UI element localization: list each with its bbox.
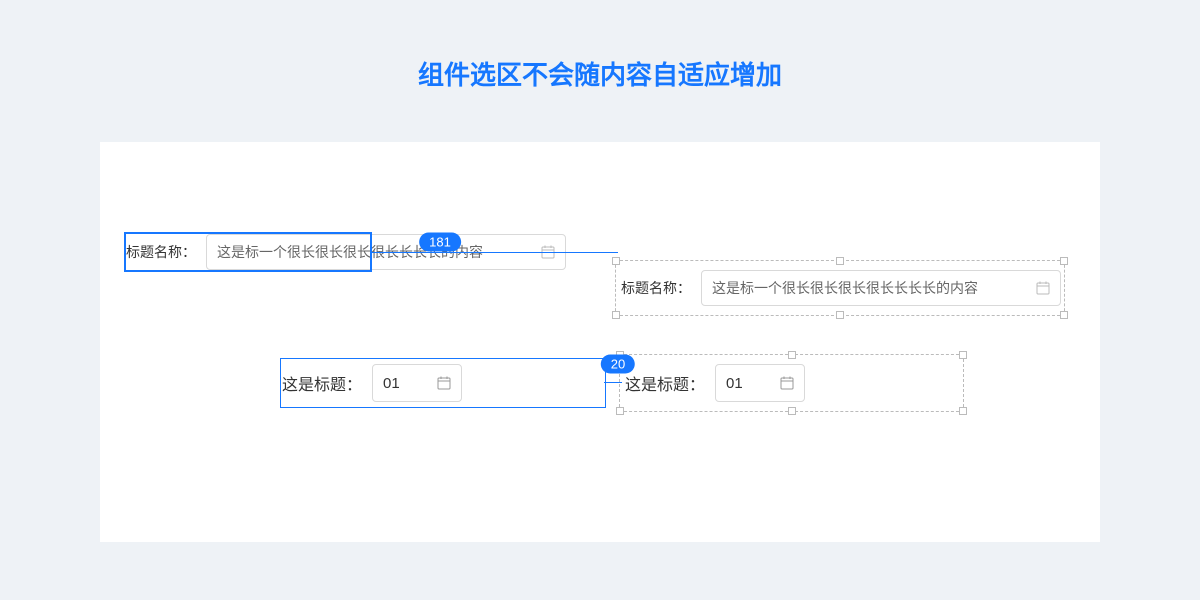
measurement-badge: 20 (601, 355, 635, 374)
input-value: 这是标一个很长很长很长很长长长长的内容 (712, 278, 978, 298)
calendar-icon (437, 376, 451, 390)
form-item-2-left[interactable]: 这是标题： 01 (282, 364, 462, 402)
field-label: 这是标题： (282, 371, 362, 395)
field-label: 标题名称： (621, 278, 691, 298)
measurement-line (604, 382, 622, 383)
form-item-1-left[interactable]: 标题名称： 这是标一个很长很长很长很长长长长的内容 (126, 234, 1126, 270)
page-title: 组件选区不会随内容自适应增加 (0, 0, 1200, 92)
measurement-badge: 181 (419, 233, 461, 252)
field-label: 这是标题： (625, 371, 705, 395)
form-item-1-right[interactable]: 标题名称： 这是标一个很长很长很长很长长长长的内容 (621, 270, 1200, 306)
form-item-2-right[interactable]: 这是标题： 01 (625, 364, 805, 402)
field-label: 标题名称： (126, 242, 196, 262)
calendar-icon (780, 376, 794, 390)
date-input-small[interactable]: 01 (372, 364, 462, 402)
date-input-small[interactable]: 01 (715, 364, 805, 402)
date-input[interactable]: 这是标一个很长很长很长很长长长长的内容 (701, 270, 1061, 306)
measurement-line (372, 252, 618, 253)
input-value: 01 (383, 375, 400, 392)
calendar-icon (1036, 281, 1050, 295)
input-value: 01 (726, 375, 743, 392)
design-canvas[interactable]: 标题名称： 这是标一个很长很长很长很长长长长的内容 标题名称： 这是标一个很长很… (100, 142, 1100, 542)
